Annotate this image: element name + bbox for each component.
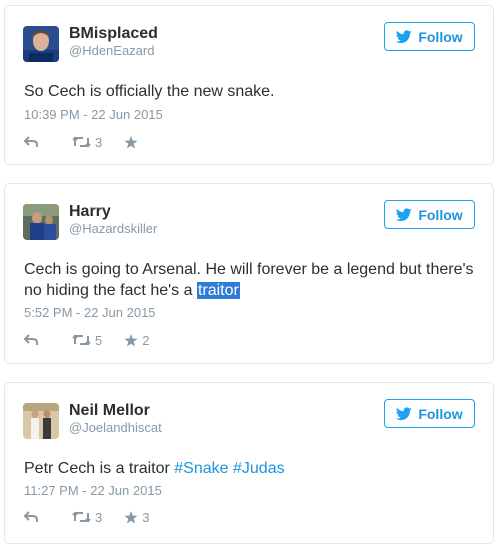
retweet-count: 3 [95, 134, 103, 150]
reply-icon [24, 136, 38, 147]
retweet-button[interactable]: 3 [72, 135, 102, 150]
follow-button[interactable]: Follow [384, 399, 475, 428]
reply-button[interactable] [24, 136, 38, 148]
bird-icon [396, 207, 413, 221]
star-icon [124, 510, 138, 523]
reply-button[interactable] [24, 511, 38, 523]
follow-label: Follow [418, 206, 463, 223]
tweet-text: Cech is going to Arsenal. He will foreve… [24, 259, 484, 301]
tweet-card: Neil Mellor @Joelandhiscat Follow Petr C… [4, 382, 494, 544]
retweet-count: 3 [95, 509, 103, 525]
tweet-actions: 3 3 [24, 508, 149, 526]
bird-icon [396, 29, 413, 43]
favorite-count: 2 [142, 332, 150, 348]
tweet-actions: 3 [24, 133, 138, 151]
favorite-button[interactable]: 3 [124, 510, 149, 525]
retweet-count: 5 [95, 332, 103, 348]
timestamp[interactable]: 10:39 PM - 22 Jun 2015 [24, 107, 163, 123]
favorite-button[interactable]: 2 [124, 333, 149, 348]
tweet-text-body: Cech is going to Arsenal. He will foreve… [24, 261, 474, 299]
reply-button[interactable] [24, 334, 38, 346]
timestamp[interactable]: 11:27 PM - 22 Jun 2015 [24, 483, 162, 499]
star-icon [124, 135, 138, 148]
tweet-card: Harry @Hazardskiller Follow Cech is goin… [4, 183, 494, 364]
follow-button[interactable]: Follow [384, 200, 475, 229]
follow-label: Follow [418, 28, 463, 45]
hashtag-link[interactable]: #Judas [233, 460, 285, 477]
tweet-actions: 5 2 [24, 331, 149, 349]
hashtag-link[interactable]: #Snake [174, 460, 228, 477]
favorite-button[interactable] [124, 135, 138, 149]
retweet-button[interactable]: 3 [72, 510, 102, 525]
retweet-icon [72, 334, 91, 346]
display-name[interactable]: BMisplaced [69, 24, 158, 43]
retweet-icon [72, 136, 91, 148]
timestamp[interactable]: 5:52 PM - 22 Jun 2015 [24, 305, 156, 321]
tweet-card: BMisplaced @HdenEazard Follow So Cech is… [4, 5, 494, 165]
avatar[interactable] [23, 403, 59, 439]
reply-icon [24, 511, 38, 522]
display-name[interactable]: Neil Mellor [69, 401, 150, 420]
bird-icon [396, 406, 413, 420]
avatar[interactable] [23, 204, 59, 240]
display-name[interactable]: Harry [69, 202, 111, 221]
star-icon [124, 333, 138, 346]
follow-label: Follow [418, 405, 463, 422]
retweet-button[interactable]: 5 [72, 333, 102, 348]
tweet-text: Petr Cech is a traitor #Snake #Judas [24, 458, 484, 479]
user-handle[interactable]: @Joelandhiscat [69, 420, 162, 436]
selected-text: traitor [196, 282, 240, 299]
user-handle[interactable]: @Hazardskiller [69, 221, 157, 237]
tweet-text: So Cech is officially the new snake. [24, 83, 275, 100]
user-handle[interactable]: @HdenEazard [69, 43, 154, 59]
favorite-count: 3 [142, 509, 150, 525]
follow-button[interactable]: Follow [384, 22, 475, 51]
tweet-text-body: Petr Cech is a traitor [24, 460, 175, 477]
reply-icon [24, 334, 38, 345]
avatar[interactable] [23, 26, 59, 62]
retweet-icon [72, 511, 91, 523]
